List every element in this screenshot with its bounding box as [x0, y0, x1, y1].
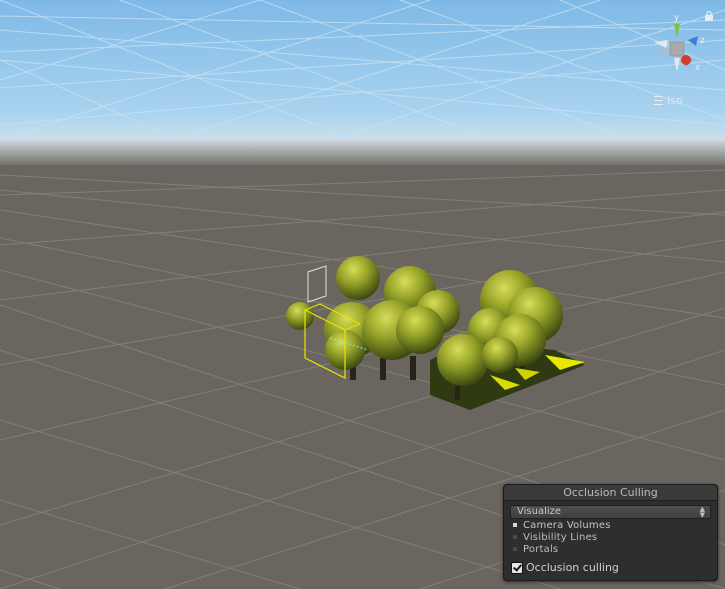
menu-icon	[654, 96, 663, 105]
occlusion-culling-toggle[interactable]: Occlusion culling	[511, 561, 717, 574]
gizmo-z-label: z	[700, 36, 705, 46]
panel-title: Occlusion Culling	[504, 485, 717, 501]
dropdown-value: Visualize	[517, 506, 562, 517]
horizon-haze	[0, 140, 725, 168]
occlusion-culling-panel: Occlusion Culling Visualize ▲ ▼ Camera Vo…	[503, 484, 718, 581]
occlusion-culling-label: Occlusion culling	[526, 561, 619, 574]
projection-label: Iso	[667, 94, 683, 107]
checkbox-indicator	[513, 535, 517, 539]
camera-volumes-toggle[interactable]: Camera Volumes	[512, 519, 717, 531]
visualize-mode-dropdown[interactable]: Visualize ▲ ▼	[510, 505, 711, 519]
projection-toggle[interactable]: Iso	[654, 94, 683, 107]
gizmo-y-label: y	[674, 13, 680, 23]
gizmo-center-cube	[669, 41, 685, 57]
checkbox-indicator	[513, 523, 517, 527]
checkbox-indicator	[513, 547, 517, 551]
visibility-lines-toggle[interactable]: Visibility Lines	[512, 531, 717, 543]
visibility-lines-label: Visibility Lines	[523, 531, 598, 543]
gizmo-y-cone	[674, 24, 680, 38]
gizmo-x-label: x	[695, 63, 701, 73]
camera-volumes-label: Camera Volumes	[523, 519, 611, 531]
portals-label: Portals	[523, 543, 559, 555]
portals-toggle[interactable]: Portals	[512, 543, 717, 555]
gizmo-z-cone	[688, 36, 698, 46]
checkbox-checked-icon[interactable]	[511, 561, 523, 574]
lock-icon[interactable]	[704, 11, 714, 21]
dropdown-arrows-icon: ▲ ▼	[699, 505, 705, 519]
